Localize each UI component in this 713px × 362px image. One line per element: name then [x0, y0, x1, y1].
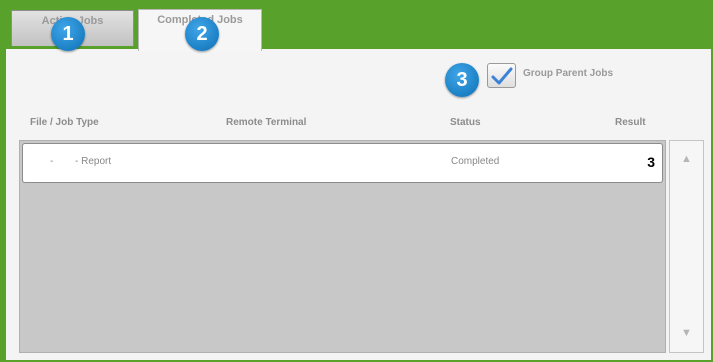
column-header-status: Status — [450, 117, 481, 128]
scrollbar[interactable]: ▲ ▼ — [669, 140, 704, 353]
callout-badge-3: 3 — [445, 63, 479, 97]
group-parent-jobs-checkbox[interactable] — [487, 63, 516, 88]
group-parent-jobs-label: Group Parent Jobs — [523, 68, 614, 79]
column-header-result: Result — [615, 117, 646, 128]
scroll-down-icon[interactable]: ▼ — [670, 327, 703, 339]
callout-badge-1: 1 — [51, 17, 85, 51]
callout-badge-2: 2 — [185, 17, 219, 51]
row-prefix: - — [50, 156, 54, 167]
row-status: Completed — [451, 156, 500, 167]
scroll-up-icon[interactable]: ▲ — [670, 153, 703, 165]
row-result: 3 — [647, 154, 655, 170]
checkmark-icon — [491, 67, 513, 85]
table-row[interactable]: - - Report Completed 3 — [22, 143, 663, 183]
row-file-job-type: - Report — [75, 156, 112, 167]
column-header-remote-terminal: Remote Terminal — [226, 117, 307, 128]
column-header-file-job-type: File / Job Type — [30, 117, 99, 128]
